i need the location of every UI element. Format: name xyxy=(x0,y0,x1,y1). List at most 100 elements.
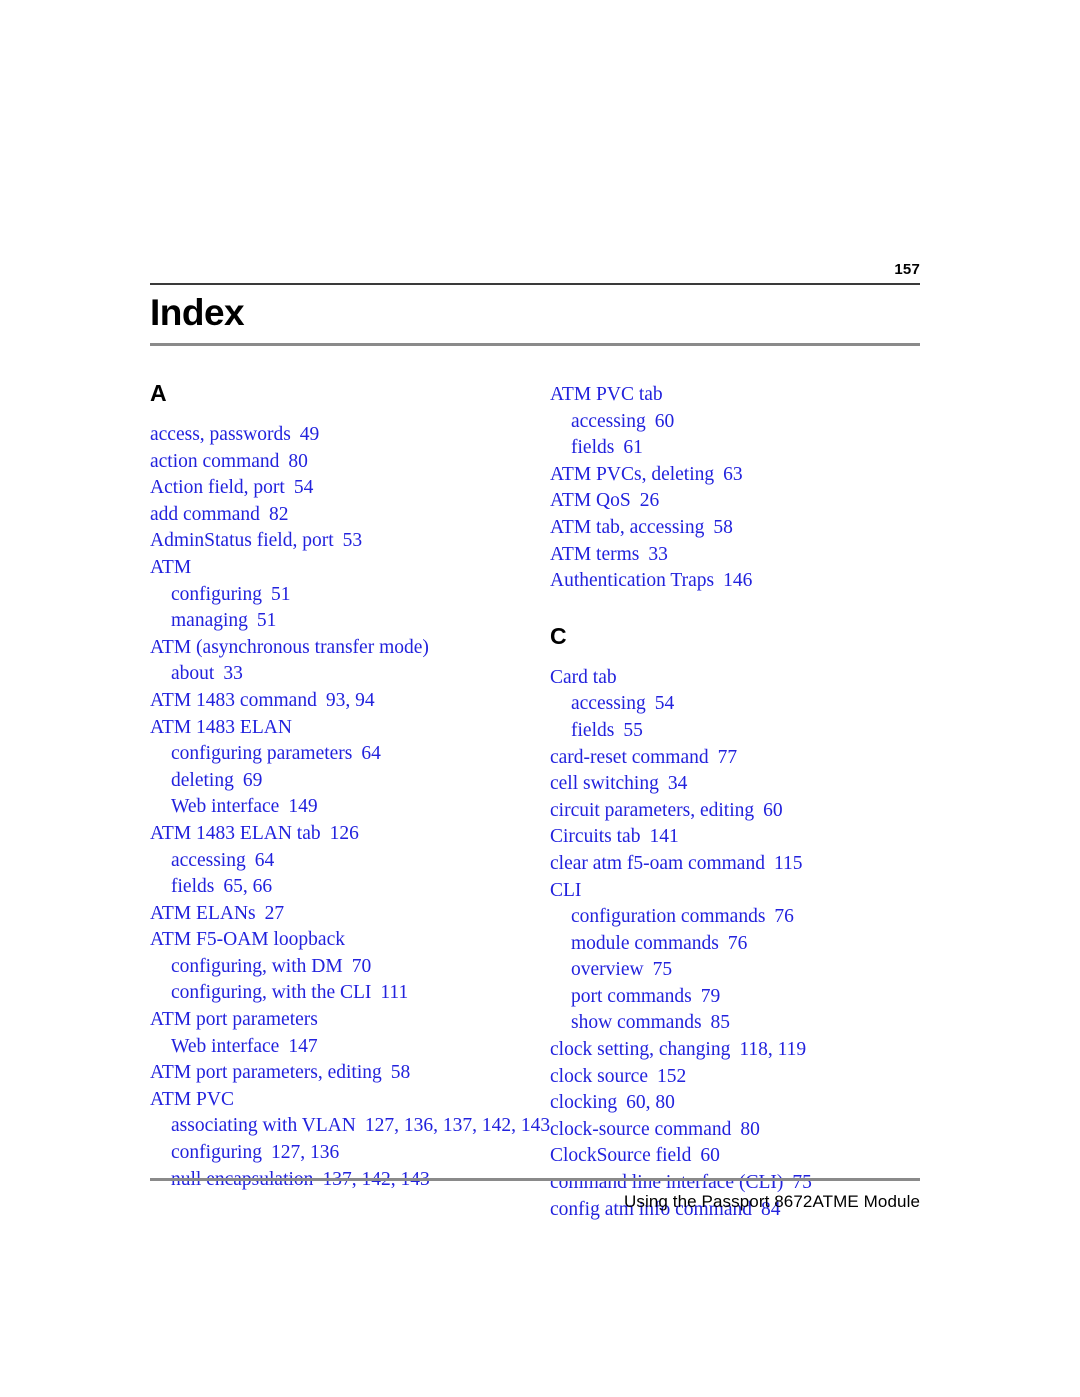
index-entry[interactable]: ATM (asynchronous transfer mode) xyxy=(150,635,550,662)
index-subentry[interactable]: Web interface 147 xyxy=(150,1034,550,1061)
index-entry-pages[interactable]: 53 xyxy=(334,530,363,551)
index-subentry[interactable]: configuring, with DM 70 xyxy=(150,954,550,981)
index-entry[interactable]: clear atm f5-oam command 115 xyxy=(550,851,950,878)
index-entry-pages[interactable]: 64 xyxy=(352,743,381,764)
index-subentry[interactable]: accessing 64 xyxy=(150,848,550,875)
index-entry-pages[interactable]: 27 xyxy=(256,903,285,924)
index-entry[interactable]: Action field, port 54 xyxy=(150,475,550,502)
index-subentry[interactable]: fields 61 xyxy=(550,435,950,462)
index-subentry[interactable]: configuring parameters 64 xyxy=(150,741,550,768)
index-entry-pages[interactable]: 141 xyxy=(640,826,678,847)
index-entry-pages[interactable]: 80 xyxy=(279,451,308,472)
index-subentry[interactable]: configuring 51 xyxy=(150,582,550,609)
index-entry[interactable]: cell switching 34 xyxy=(550,771,950,798)
index-entry[interactable]: ATM 1483 command 93, 94 xyxy=(150,688,550,715)
index-subentry[interactable]: managing 51 xyxy=(150,608,550,635)
index-entry[interactable]: ATM port parameters xyxy=(150,1007,550,1034)
index-entry-pages[interactable]: 54 xyxy=(285,477,314,498)
index-subentry[interactable]: fields 55 xyxy=(550,718,950,745)
index-entry-pages[interactable]: 127, 136, 137, 142, 143 xyxy=(356,1115,550,1136)
index-entry-pages[interactable]: 26 xyxy=(631,490,660,511)
index-entry-pages[interactable]: 64 xyxy=(246,850,275,871)
index-entry[interactable]: ATM xyxy=(150,555,550,582)
index-entry-pages[interactable]: 149 xyxy=(279,796,317,817)
index-subentry[interactable]: overview 75 xyxy=(550,957,950,984)
index-subentry[interactable]: Web interface 149 xyxy=(150,794,550,821)
index-entry[interactable]: ATM 1483 ELAN tab 126 xyxy=(150,821,550,848)
index-entry[interactable]: Circuits tab 141 xyxy=(550,824,950,851)
index-entry-pages[interactable]: 146 xyxy=(714,570,752,591)
index-entry-pages[interactable]: 60 xyxy=(691,1145,720,1166)
index-entry[interactable]: circuit parameters, editing 60 xyxy=(550,798,950,825)
index-entry-pages[interactable]: 82 xyxy=(260,504,289,525)
index-entry[interactable]: ATM ELANs 27 xyxy=(150,901,550,928)
index-entry[interactable]: ATM port parameters, editing 58 xyxy=(150,1060,550,1087)
index-entry[interactable]: ATM tab, accessing 58 xyxy=(550,515,950,542)
index-entry[interactable]: ATM terms 33 xyxy=(550,542,950,569)
index-entry-pages[interactable]: 51 xyxy=(262,584,291,605)
index-entry[interactable]: Authentication Traps 146 xyxy=(550,568,950,595)
index-entry-pages[interactable]: 61 xyxy=(614,437,643,458)
index-entry-pages[interactable]: 69 xyxy=(234,770,263,791)
index-entry-pages[interactable]: 63 xyxy=(714,464,743,485)
index-entry[interactable]: ATM PVC xyxy=(150,1087,550,1114)
index-entry[interactable]: ATM PVC tab xyxy=(550,382,950,409)
index-subentry[interactable]: fields 65, 66 xyxy=(150,874,550,901)
index-entry-pages[interactable]: 34 xyxy=(659,773,688,794)
index-subentry[interactable]: accessing 54 xyxy=(550,691,950,718)
index-entry[interactable]: CLI xyxy=(550,878,950,905)
index-subentry[interactable]: about 33 xyxy=(150,661,550,688)
index-entry[interactable]: clock setting, changing 118, 119 xyxy=(550,1037,950,1064)
index-entry-pages[interactable]: 55 xyxy=(614,720,643,741)
index-entry-pages[interactable]: 80 xyxy=(731,1119,760,1140)
index-entry[interactable]: ATM PVCs, deleting 63 xyxy=(550,462,950,489)
index-entry[interactable]: ClockSource field 60 xyxy=(550,1143,950,1170)
index-subentry[interactable]: configuring, with the CLI 111 xyxy=(150,980,550,1007)
index-entry-pages[interactable]: 85 xyxy=(702,1012,731,1033)
index-entry-pages[interactable]: 127, 136 xyxy=(262,1142,339,1163)
index-entry-pages[interactable]: 126 xyxy=(321,823,359,844)
index-entry-pages[interactable]: 33 xyxy=(639,544,668,565)
index-entry-pages[interactable]: 60, 80 xyxy=(617,1092,675,1113)
index-entry[interactable]: add command 82 xyxy=(150,502,550,529)
index-entry-pages[interactable]: 76 xyxy=(719,933,748,954)
index-entry[interactable]: clock source 152 xyxy=(550,1064,950,1091)
index-entry[interactable]: clock-source command 80 xyxy=(550,1117,950,1144)
index-subentry[interactable]: configuring 127, 136 xyxy=(150,1140,550,1167)
index-subentry[interactable]: show commands 85 xyxy=(550,1010,950,1037)
index-entry-pages[interactable]: 93, 94 xyxy=(317,690,375,711)
index-entry-pages[interactable]: 147 xyxy=(279,1036,317,1057)
index-entry-pages[interactable]: 33 xyxy=(214,663,243,684)
index-entry-pages[interactable]: 75 xyxy=(644,959,673,980)
index-entry-pages[interactable]: 58 xyxy=(382,1062,411,1083)
index-entry[interactable]: access, passwords 49 xyxy=(150,422,550,449)
index-entry[interactable]: card-reset command 77 xyxy=(550,745,950,772)
index-entry-pages[interactable]: 111 xyxy=(371,982,408,1003)
index-subentry[interactable]: port commands 79 xyxy=(550,984,950,1011)
index-subentry[interactable]: accessing 60 xyxy=(550,409,950,436)
index-entry[interactable]: ATM QoS 26 xyxy=(550,488,950,515)
index-subentry[interactable]: module commands 76 xyxy=(550,931,950,958)
index-entry[interactable]: action command 80 xyxy=(150,449,550,476)
index-entry-pages[interactable]: 76 xyxy=(765,906,794,927)
index-entry-pages[interactable]: 77 xyxy=(709,747,738,768)
index-entry-pages[interactable]: 60 xyxy=(646,411,675,432)
index-entry-pages[interactable]: 118, 119 xyxy=(730,1039,806,1060)
index-entry-pages[interactable]: 79 xyxy=(692,986,721,1007)
index-entry[interactable]: clocking 60, 80 xyxy=(550,1090,950,1117)
index-entry-pages[interactable]: 51 xyxy=(248,610,277,631)
index-entry-pages[interactable]: 70 xyxy=(343,956,372,977)
index-entry-pages[interactable]: 152 xyxy=(648,1066,686,1087)
index-entry-pages[interactable]: 60 xyxy=(754,800,783,821)
index-subentry[interactable]: deleting 69 xyxy=(150,768,550,795)
index-subentry[interactable]: configuration commands 76 xyxy=(550,904,950,931)
index-entry[interactable]: ATM 1483 ELAN xyxy=(150,715,550,742)
index-entry-pages[interactable]: 58 xyxy=(704,517,733,538)
index-entry[interactable]: Card tab xyxy=(550,665,950,692)
index-entry-pages[interactable]: 49 xyxy=(291,424,320,445)
index-entry[interactable]: ATM F5-OAM loopback xyxy=(150,927,550,954)
index-entry-pages[interactable]: 65, 66 xyxy=(214,876,272,897)
index-subentry[interactable]: associating with VLAN 127, 136, 137, 142,… xyxy=(150,1113,550,1140)
index-entry[interactable]: AdminStatus field, port 53 xyxy=(150,528,550,555)
index-entry-pages[interactable]: 115 xyxy=(765,853,803,874)
